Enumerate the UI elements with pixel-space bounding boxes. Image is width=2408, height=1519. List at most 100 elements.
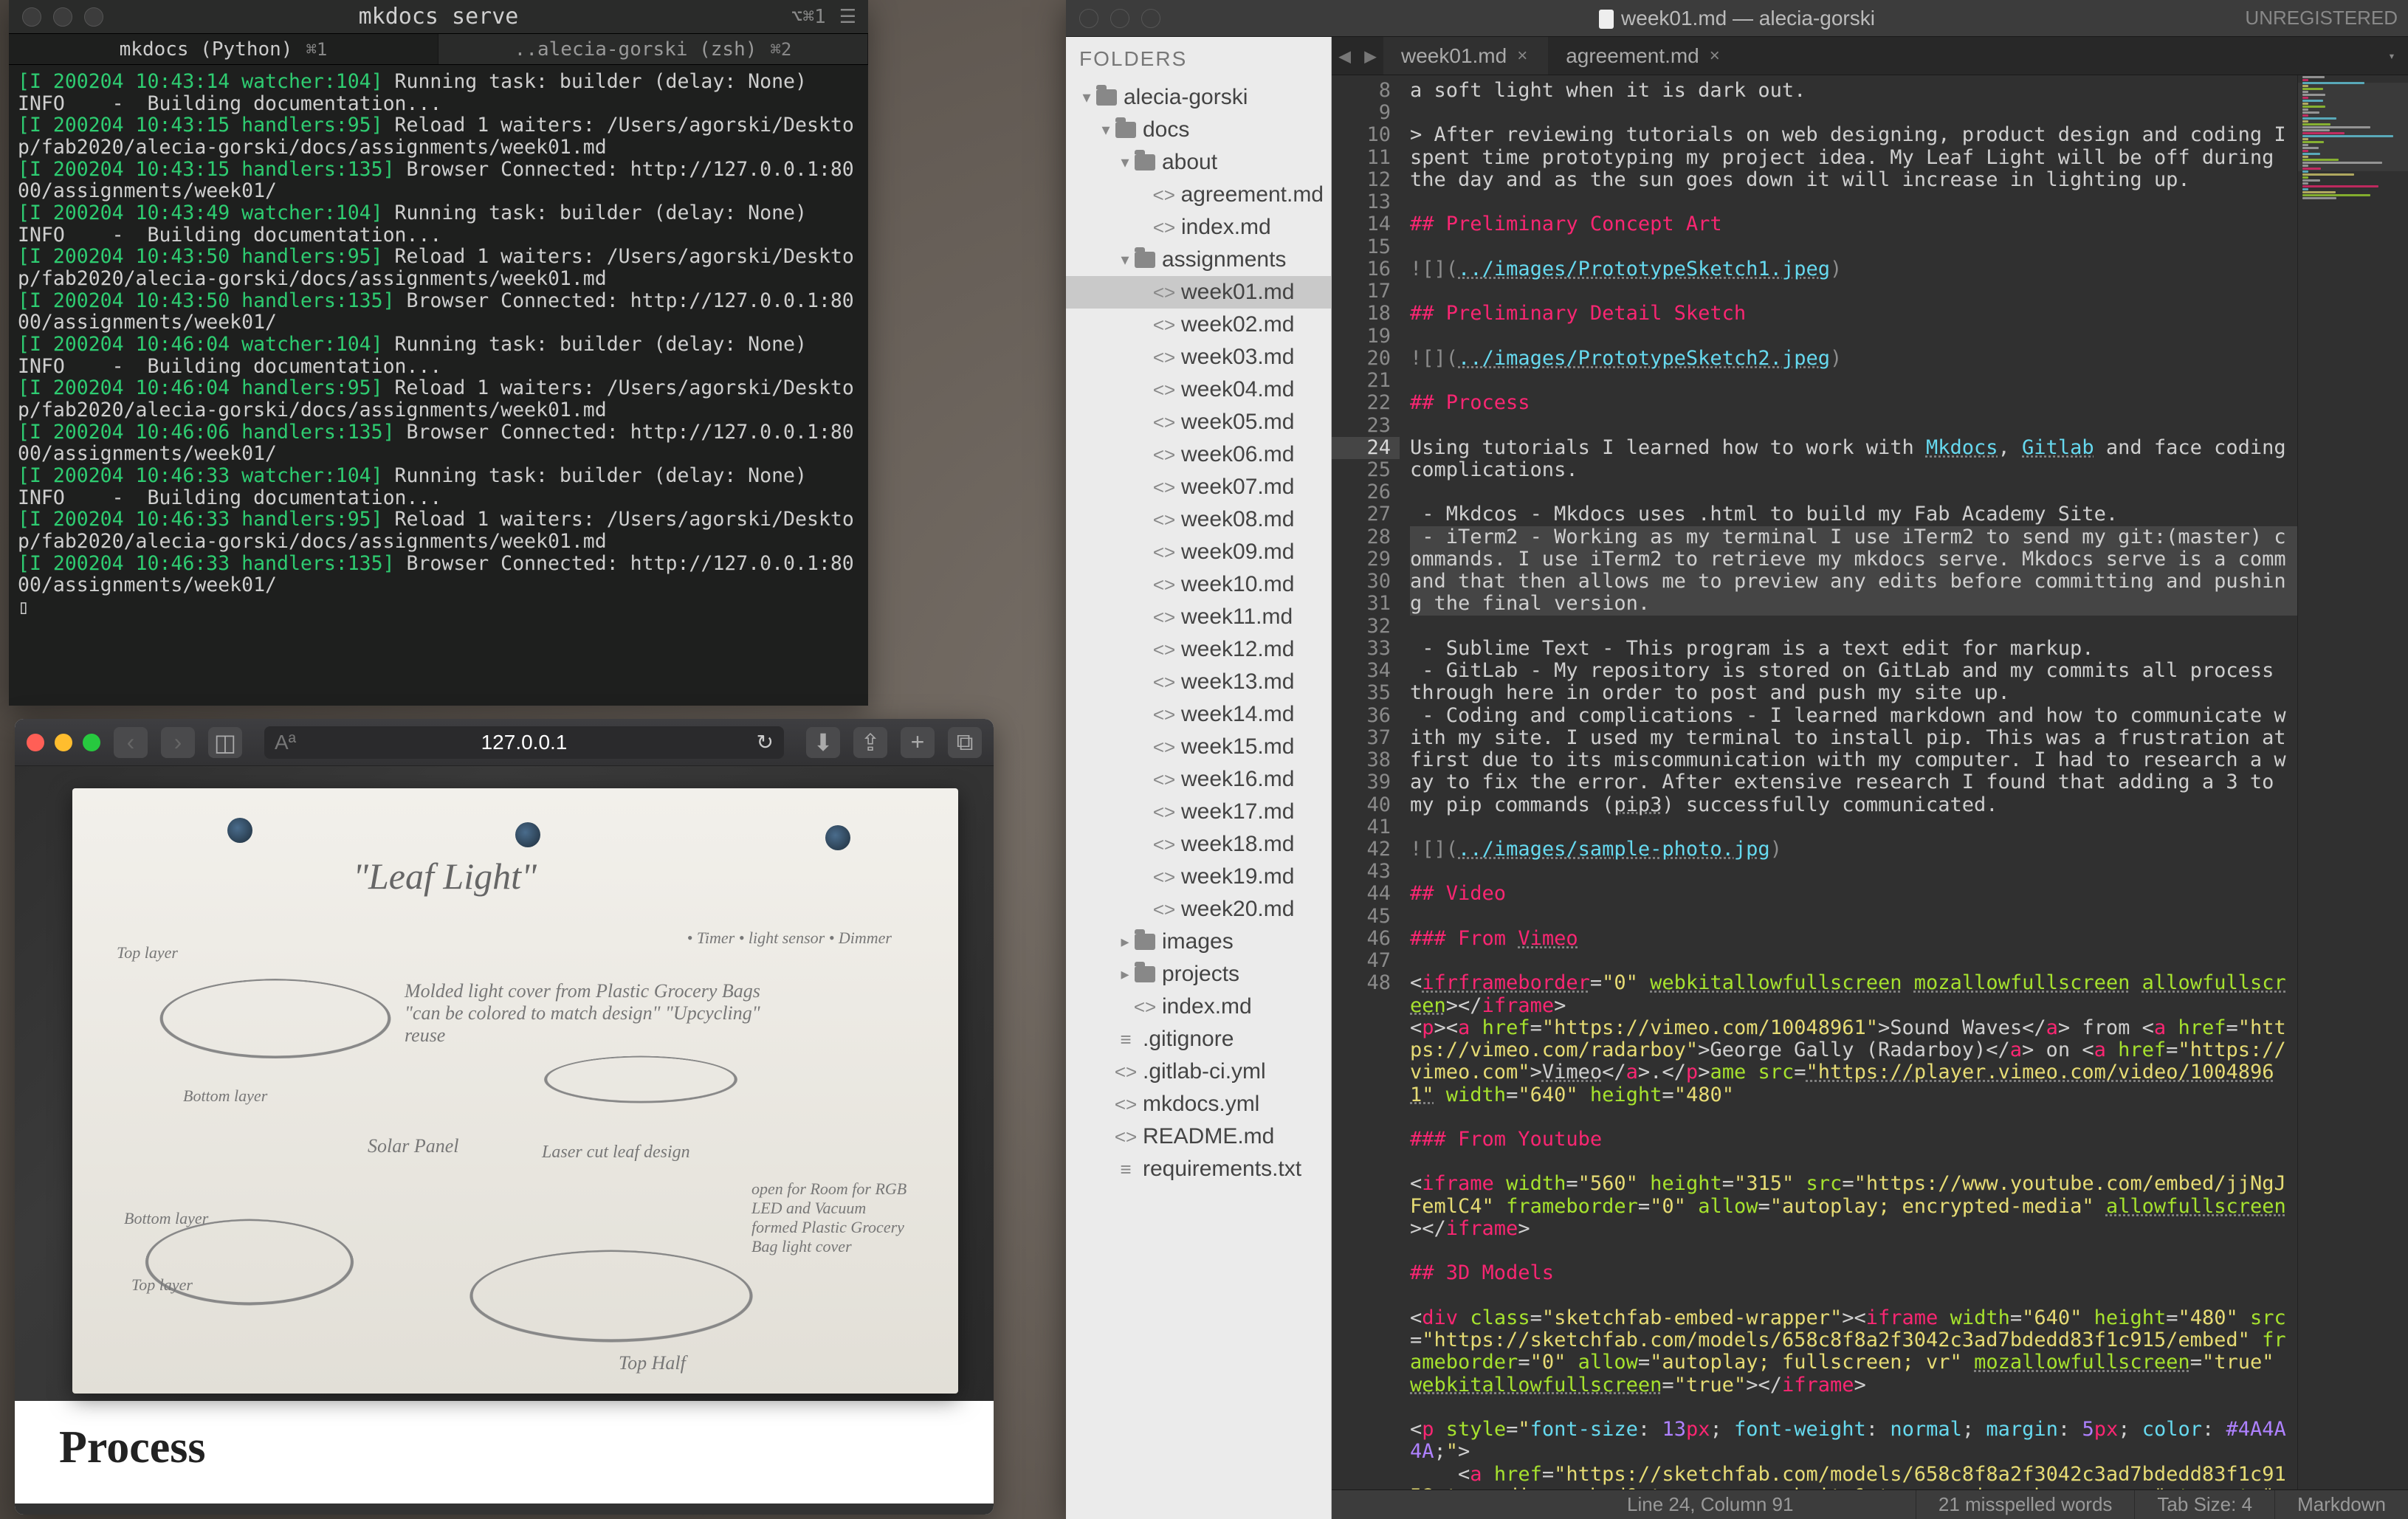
file-row[interactable]: <>week05.md: [1066, 406, 1331, 438]
status-tabsize[interactable]: Tab Size: 4: [2134, 1490, 2274, 1519]
gutter-line[interactable]: 26: [1332, 481, 1391, 503]
gutter-line[interactable]: 14: [1332, 213, 1391, 235]
file-row[interactable]: <>week09.md: [1066, 536, 1331, 568]
gutter-line[interactable]: 17: [1332, 280, 1391, 303]
file-row[interactable]: <>index.md: [1066, 211, 1331, 244]
terminal-titlebar[interactable]: mkdocs serve ⌥⌘1 ☰: [9, 0, 868, 34]
close-icon[interactable]: ×: [1710, 46, 1720, 66]
gutter-line[interactable]: 42: [1332, 838, 1391, 861]
status-language[interactable]: Markdown: [2274, 1490, 2408, 1519]
reload-icon[interactable]: ↻: [757, 730, 774, 754]
file-row[interactable]: <>week01.md: [1066, 276, 1331, 309]
gutter-line[interactable]: 27: [1332, 503, 1391, 526]
gutter-line[interactable]: 15: [1332, 236, 1391, 258]
back-button[interactable]: ‹: [114, 727, 148, 758]
file-row[interactable]: <>mkdocs.yml: [1066, 1088, 1331, 1120]
terminal-output[interactable]: [I 200204 10:43:14 watcher:104] Running …: [9, 65, 868, 624]
minimize-icon[interactable]: [55, 734, 72, 751]
file-row[interactable]: <>week03.md: [1066, 341, 1331, 373]
gutter-line[interactable]: 24: [1332, 437, 1400, 459]
gutter-line[interactable]: 22: [1332, 392, 1391, 414]
gutter-line[interactable]: 35: [1332, 682, 1391, 704]
gutter-line[interactable]: 48: [1332, 972, 1391, 994]
gutter-line[interactable]: 13: [1332, 191, 1391, 213]
folder-row[interactable]: ▾assignments: [1066, 244, 1331, 276]
gutter-line[interactable]: 28: [1332, 526, 1391, 548]
disclosure-icon[interactable]: ▾: [1118, 250, 1132, 269]
status-position[interactable]: Line 24, Column 91: [1605, 1490, 1916, 1519]
url-bar[interactable]: Aª 127.0.0.1 ↻: [264, 726, 784, 759]
file-row[interactable]: <>README.md: [1066, 1120, 1331, 1153]
forward-icon[interactable]: ▶: [1364, 44, 1377, 68]
gutter-line[interactable]: 36: [1332, 705, 1391, 727]
gutter-line[interactable]: 18: [1332, 303, 1391, 325]
gutter-line[interactable]: 37: [1332, 727, 1391, 749]
file-row[interactable]: <>week08.md: [1066, 503, 1331, 536]
gutter-line[interactable]: 34: [1332, 660, 1391, 682]
gutter-line[interactable]: 41: [1332, 816, 1391, 838]
disclosure-icon[interactable]: ▾: [1118, 153, 1132, 172]
sidebar-button[interactable]: ◫: [208, 727, 242, 758]
file-row[interactable]: <>agreement.md: [1066, 179, 1331, 211]
file-row[interactable]: <>week10.md: [1066, 568, 1331, 601]
folder-row[interactable]: ▸projects: [1066, 958, 1331, 991]
folder-row[interactable]: ▾docs: [1066, 114, 1331, 146]
file-row[interactable]: <>index.md: [1066, 991, 1331, 1023]
file-row[interactable]: <>week19.md: [1066, 861, 1331, 893]
gutter-line[interactable]: 39: [1332, 771, 1391, 793]
disclosure-icon[interactable]: ▾: [1098, 120, 1113, 140]
gutter-line[interactable]: 43: [1332, 861, 1391, 883]
file-row[interactable]: <>week17.md: [1066, 796, 1331, 828]
browser-viewport[interactable]: "Leaf Light" • Timer • light sensor • Di…: [15, 766, 994, 1515]
editor-sidebar[interactable]: FOLDERS ▾alecia-gorski▾docs▾about<>agree…: [1066, 37, 1332, 1519]
file-row[interactable]: <>week16.md: [1066, 763, 1331, 796]
file-row[interactable]: <>week18.md: [1066, 828, 1331, 861]
forward-button[interactable]: ›: [161, 727, 195, 758]
gutter-line[interactable]: 8: [1332, 80, 1391, 102]
folder-row[interactable]: ▸images: [1066, 926, 1331, 958]
gutter-line[interactable]: 33: [1332, 638, 1391, 660]
gutter-line[interactable]: 40: [1332, 794, 1391, 816]
gutter-line[interactable]: 20: [1332, 348, 1391, 370]
file-row[interactable]: <>week11.md: [1066, 601, 1331, 633]
close-icon[interactable]: [27, 734, 44, 751]
share-icon[interactable]: ⇪: [853, 727, 887, 758]
disclosure-icon[interactable]: ▸: [1118, 932, 1132, 951]
editor-tab[interactable]: agreement.md×: [1548, 37, 1741, 75]
file-row[interactable]: <>week15.md: [1066, 731, 1331, 763]
gutter-line[interactable]: 16: [1332, 258, 1391, 280]
gutter-line[interactable]: 10: [1332, 124, 1391, 146]
file-row[interactable]: <>week12.md: [1066, 633, 1331, 666]
gutter-line[interactable]: 9: [1332, 102, 1391, 124]
file-row[interactable]: <>week13.md: [1066, 666, 1331, 698]
tabs-icon[interactable]: ⧉: [948, 727, 982, 758]
terminal-tab[interactable]: mkdocs (Python)⌘1: [9, 34, 438, 64]
file-row[interactable]: <>week14.md: [1066, 698, 1331, 731]
folder-row[interactable]: ▾about: [1066, 146, 1331, 179]
gutter-line[interactable]: 47: [1332, 950, 1391, 972]
gutter-line[interactable]: 31: [1332, 593, 1391, 615]
gutter-line[interactable]: 12: [1332, 169, 1391, 191]
terminal-tab[interactable]: ..alecia-gorski (zsh)⌘2: [438, 34, 868, 64]
menu-icon[interactable]: ☰: [839, 6, 856, 28]
gutter-line[interactable]: 46: [1332, 928, 1391, 950]
gutter[interactable]: 8910111213141516171819202122232425262728…: [1332, 75, 1400, 1489]
gutter-line[interactable]: 29: [1332, 548, 1391, 571]
minimap[interactable]: [2297, 75, 2408, 1489]
status-spell[interactable]: 21 misspelled words: [1916, 1490, 2135, 1519]
gutter-line[interactable]: 32: [1332, 616, 1391, 638]
gutter-line[interactable]: 21: [1332, 370, 1391, 392]
folder-row[interactable]: ▾alecia-gorski: [1066, 81, 1331, 114]
file-row[interactable]: ≡.gitignore: [1066, 1023, 1331, 1055]
editor-tab[interactable]: week01.md×: [1383, 37, 1548, 75]
file-row[interactable]: ≡requirements.txt: [1066, 1153, 1331, 1185]
file-row[interactable]: <>week06.md: [1066, 438, 1331, 471]
editor-titlebar[interactable]: week01.md — alecia-gorski UNREGISTERED: [1066, 0, 2408, 37]
maximize-icon[interactable]: [83, 734, 100, 751]
file-row[interactable]: <>week04.md: [1066, 373, 1331, 406]
gutter-line[interactable]: 11: [1332, 147, 1391, 169]
back-icon[interactable]: ◀: [1338, 44, 1351, 68]
reader-icon[interactable]: Aª: [275, 731, 296, 754]
gutter-line[interactable]: 19: [1332, 326, 1391, 348]
gutter-line[interactable]: 44: [1332, 883, 1391, 905]
